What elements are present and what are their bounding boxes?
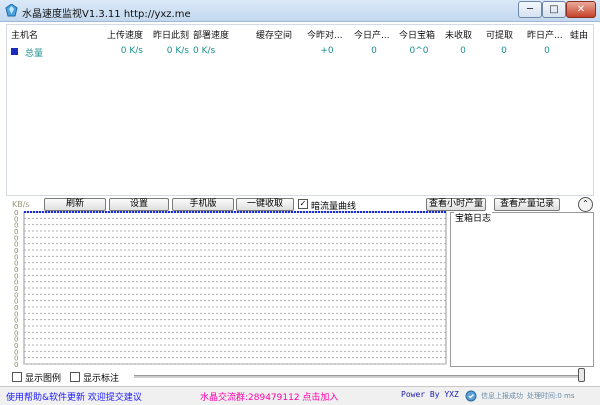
cell-today-box: 0^0 xyxy=(409,46,429,56)
process-time-text: 处理时间:0 ms xyxy=(527,392,575,400)
close-button[interactable]: ✕ xyxy=(566,1,596,18)
host-table[interactable]: 主机名 上传速度 昨日此刻 部署速度 缓存空间 今昨对... 今日产... 今日… xyxy=(6,24,594,196)
cell-withdrawable: 0 xyxy=(501,46,507,56)
table-header-row: 主机名 上传速度 昨日此刻 部署速度 缓存空间 今昨对... 今日产... 今日… xyxy=(7,26,593,42)
column-header-upload[interactable]: 上传速度 xyxy=(99,28,143,41)
column-header-today-output[interactable]: 今日产... xyxy=(354,28,396,41)
column-header-yesterday-output[interactable]: 昨日产... xyxy=(527,28,567,41)
cell-compare: +0 xyxy=(320,46,334,56)
show-mark-label: 显示标注 xyxy=(83,374,120,384)
column-header-today-box[interactable]: 今日宝箱 xyxy=(399,28,443,41)
cell-host: 总量 xyxy=(25,49,44,59)
output-records-button[interactable]: 查看产量记录 xyxy=(494,198,560,211)
column-header-compare[interactable]: 今昨对... xyxy=(307,28,349,41)
column-header-withdrawable[interactable]: 可提取 xyxy=(486,28,524,41)
cell-today-output: 0 xyxy=(371,46,377,56)
cell-yesterday-output: 0 xyxy=(544,46,550,56)
chart-y-tick-label: 0 xyxy=(14,361,18,368)
maximize-button[interactable]: □ xyxy=(542,1,566,18)
help-update-link[interactable]: 使用帮助&软件更新 欢迎提交建议 xyxy=(6,390,142,403)
box-log-panel[interactable] xyxy=(450,212,594,367)
show-mark-checkbox[interactable] xyxy=(70,372,80,382)
crystal-icon xyxy=(5,4,18,17)
table-row[interactable]: 总量 0 K/s 0 K/s 0 K/s +0 0 0^0 0 0 0 xyxy=(7,44,593,60)
cell-yesterday-now: 0 K/s xyxy=(166,46,189,56)
title-bar: 水晶速度监视V1.3.11 http://yxz.me ─ □ ✕ xyxy=(0,0,600,22)
speed-chart: 0000000000000000000000000 xyxy=(14,209,447,368)
box-log-title: 宝箱日志 xyxy=(454,211,493,224)
show-legend-label: 显示图例 xyxy=(25,374,62,384)
cell-uncollected: 0 xyxy=(460,46,466,56)
cell-upload: 0 K/s xyxy=(120,46,143,56)
minimize-button[interactable]: ─ xyxy=(518,1,542,18)
column-header-yesterday-now[interactable]: 昨日此刻 xyxy=(145,28,189,41)
power-by-label: Power By YXZ xyxy=(401,390,459,399)
column-header-host[interactable]: 主机名 xyxy=(11,28,91,41)
zoom-slider-thumb[interactable] xyxy=(578,368,585,382)
group-join-link[interactable]: 水晶交流群:289479112 点击加入 xyxy=(200,390,338,403)
window-title: 水晶速度监视V1.3.11 http://yxz.me xyxy=(22,9,191,20)
total-color-marker xyxy=(11,48,18,55)
status-bar: 使用帮助&软件更新 欢迎提交建议 水晶交流群:289479112 点击加入 Po… xyxy=(0,386,600,405)
column-header-deploy[interactable]: 部署速度 xyxy=(193,28,243,41)
report-status-text: 信息上报成功 xyxy=(481,392,523,400)
refresh-status-icon xyxy=(465,390,477,402)
collapse-chevron-icon[interactable]: ⌃ xyxy=(578,197,593,212)
column-header-uncollected[interactable]: 未收取 xyxy=(445,28,483,41)
column-header-cache[interactable]: 缓存空间 xyxy=(250,28,298,41)
cell-deploy: 0 K/s xyxy=(193,46,216,56)
column-header-extra[interactable]: 蛙由 xyxy=(570,28,592,41)
zoom-slider-track[interactable] xyxy=(134,375,584,378)
chart-plot-area xyxy=(23,211,447,365)
show-legend-checkbox[interactable] xyxy=(12,372,22,382)
